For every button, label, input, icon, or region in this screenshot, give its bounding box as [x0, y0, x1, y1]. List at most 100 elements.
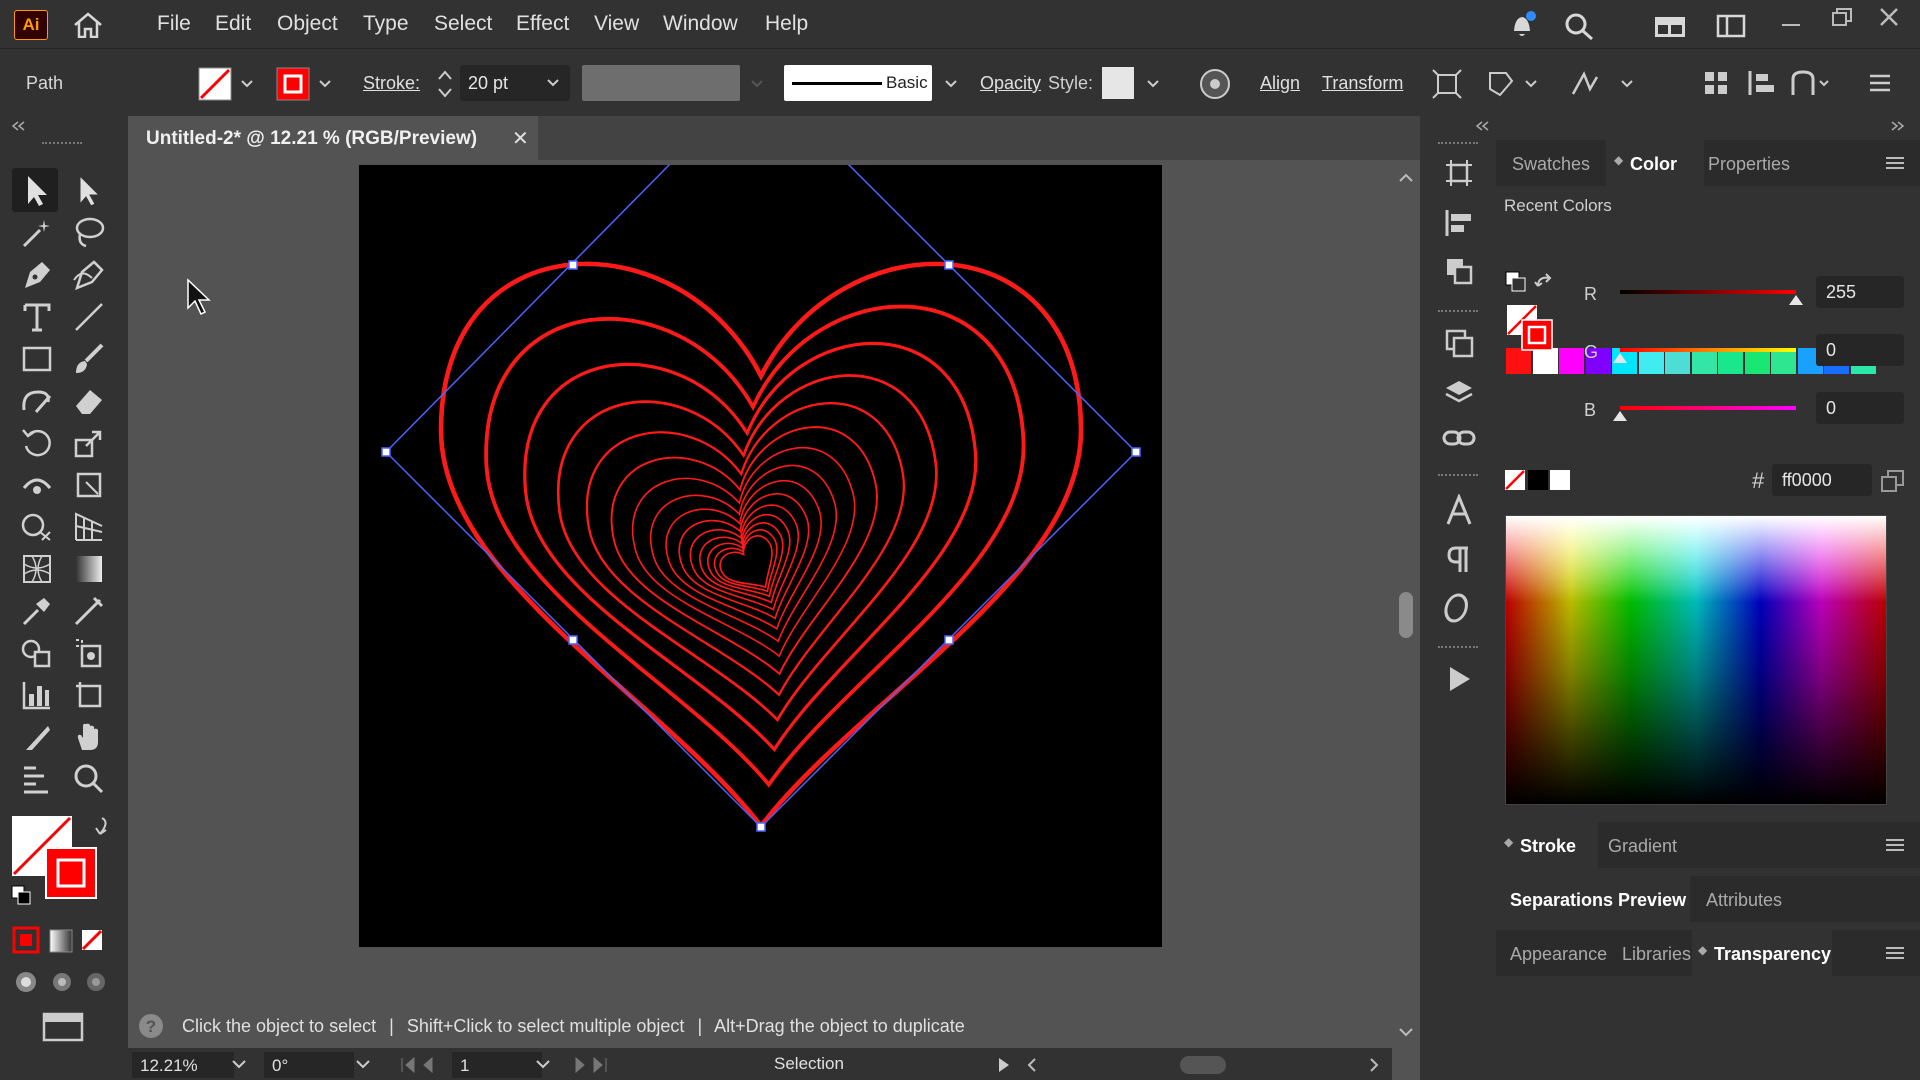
control-bar-menu-icon[interactable]	[1868, 71, 1892, 95]
swap-fill-stroke-icon[interactable]	[1504, 270, 1528, 294]
close-tab-icon[interactable]: ✕	[512, 126, 529, 151]
tab-collapse-arrow-icon[interactable]: ◆	[1614, 153, 1623, 167]
tab-transparency-bg[interactable]: ◆ Transparency	[1692, 930, 1832, 976]
tab-gradient[interactable]: Gradient	[1608, 836, 1677, 857]
vertical-scroll-thumb[interactable]	[1399, 592, 1413, 638]
opentype-panel-icon[interactable]	[1444, 592, 1474, 624]
swap-arrow-icon[interactable]	[1534, 272, 1556, 294]
shaper-tool-icon[interactable]	[20, 384, 54, 418]
recolor-artwork-icon[interactable]	[1198, 67, 1232, 101]
actions-panel-icon[interactable]	[1446, 664, 1474, 694]
color-spectrum-picker[interactable]	[1505, 515, 1887, 805]
tab-collapse-arrow-icon[interactable]: ◆	[1698, 943, 1707, 957]
r-slider-track[interactable]	[1620, 290, 1796, 294]
tab-transparency[interactable]: Transparency	[1714, 944, 1831, 965]
selection-tool-icon[interactable]	[20, 174, 54, 208]
measure-tool-icon[interactable]	[72, 594, 106, 628]
character-panel-icon[interactable]	[1444, 494, 1474, 526]
anchor-handle-bottom-left[interactable]	[568, 635, 578, 645]
r-value-field[interactable]: 255	[1816, 276, 1904, 308]
eyedropper-tool-icon[interactable]	[20, 594, 54, 628]
artboards-panel-icon[interactable]	[1444, 158, 1474, 188]
rectangle-tool-icon[interactable]	[20, 342, 54, 376]
pathfinder-icon[interactable]	[1790, 69, 1832, 97]
help-icon[interactable]: ?	[138, 1013, 164, 1039]
heart-outline[interactable]	[670, 485, 837, 643]
transform-panel-icon[interactable]	[1444, 328, 1474, 358]
recent-color-swatch[interactable]	[1559, 348, 1584, 374]
drawing-modes-icon[interactable]	[12, 968, 108, 996]
zoom-tool-icon[interactable]	[72, 762, 106, 796]
heart-outline[interactable]	[621, 437, 888, 685]
heart-spiral-artwork[interactable]	[438, 261, 1084, 830]
screen-mode-icon[interactable]	[42, 1012, 84, 1046]
menu-view[interactable]: View	[594, 12, 639, 36]
menu-edit[interactable]: Edit	[215, 12, 251, 36]
restore-icon[interactable]	[1830, 6, 1854, 28]
close-window-icon[interactable]	[1878, 6, 1900, 28]
expand-panels-icon[interactable]	[1890, 120, 1906, 132]
menu-type[interactable]: Type	[363, 12, 409, 36]
rotation-chevron-icon[interactable]	[354, 1058, 372, 1072]
artboard-chevron-icon[interactable]	[534, 1058, 552, 1072]
zoom-field[interactable]: 12.21%	[132, 1052, 234, 1078]
tab-appearance[interactable]: Appearance	[1510, 944, 1607, 965]
pen-tool-icon[interactable]	[20, 258, 54, 292]
width-tool-icon[interactable]	[20, 468, 54, 502]
free-transform-tool-icon[interactable]	[72, 468, 106, 502]
g-value-field[interactable]: 0	[1816, 334, 1904, 366]
bounding-box[interactable]	[384, 162, 1138, 829]
none-black-white-swatches[interactable]	[1504, 468, 1576, 492]
brush-definition-field[interactable]: Basic	[784, 65, 932, 101]
artboard-tool-icon[interactable]	[72, 678, 106, 712]
g-slider-track[interactable]	[1620, 348, 1796, 352]
vertical-scrollbar[interactable]	[1392, 160, 1420, 1048]
b-value-field[interactable]: 0	[1816, 392, 1904, 424]
anchor-handle-right[interactable]	[1131, 447, 1141, 457]
tab-separations-preview[interactable]: Separations Preview	[1510, 890, 1686, 911]
perspective-grid-tool-icon[interactable]	[72, 510, 106, 544]
brush-chevron-icon[interactable]	[944, 77, 958, 91]
first-previous-artboard-icon[interactable]	[398, 1056, 448, 1074]
zoom-chevron-icon[interactable]	[230, 1058, 248, 1072]
color-panel-menu-icon[interactable]	[1886, 156, 1904, 170]
tab-color-bg[interactable]: ◆ Color	[1606, 140, 1704, 186]
tab-stroke-bg[interactable]: ◆ Stroke	[1496, 822, 1598, 868]
edit-toolbar-icon[interactable]	[20, 762, 54, 796]
tab-collapse-arrow-icon[interactable]: ◆	[1504, 835, 1513, 849]
fill-dropdown-chevron-icon[interactable]	[240, 77, 254, 91]
tab-color[interactable]: Color	[1630, 154, 1677, 175]
heart-outline[interactable]	[575, 392, 936, 722]
toolbar-grip[interactable]	[42, 142, 82, 148]
graphic-style-swatch[interactable]	[1102, 67, 1134, 99]
tab-separations-bg[interactable]: Separations Preview	[1496, 876, 1690, 922]
magic-wand-tool-icon[interactable]	[20, 216, 54, 250]
stroke-weight-field[interactable]: 20 pt	[460, 65, 570, 101]
icon-strip-grip[interactable]	[1438, 310, 1478, 312]
style-chevron-icon[interactable]	[1146, 77, 1160, 91]
shape-builder-options-icon[interactable]	[1486, 69, 1516, 99]
anchor-handle-top-right[interactable]	[944, 260, 954, 270]
copy-hex-icon[interactable]	[1880, 468, 1906, 494]
collapse-panels-icon[interactable]	[1474, 120, 1490, 132]
fill-none-swatch[interactable]	[198, 67, 232, 101]
profile-chevron-icon[interactable]	[750, 77, 764, 91]
scroll-up-icon[interactable]	[1398, 172, 1414, 184]
slice-tool-icon[interactable]	[20, 720, 54, 754]
horizontal-scroll-thumb[interactable]	[1180, 1056, 1226, 1074]
lasso-tool-icon[interactable]	[72, 216, 106, 250]
heart-outline[interactable]	[639, 455, 868, 669]
align-objects-icon[interactable]	[1702, 69, 1730, 97]
symbol-sprayer-tool-icon[interactable]	[72, 636, 106, 670]
layers-panel-icon[interactable]	[1444, 378, 1474, 408]
anchor-handle-top-left[interactable]	[568, 260, 578, 270]
gradient-tool-icon[interactable]	[72, 552, 106, 586]
warp-chevron-icon[interactable]	[1620, 77, 1634, 91]
arrange-documents-icon[interactable]	[1654, 16, 1686, 38]
rotate-tool-icon[interactable]	[20, 426, 54, 460]
home-icon[interactable]	[72, 12, 104, 38]
panel-fill-stroke-widget[interactable]	[1506, 304, 1556, 352]
shape-builder-tool-icon[interactable]	[20, 510, 54, 544]
artboard-number-field[interactable]: 1	[452, 1052, 542, 1078]
rotation-field[interactable]: 0°	[264, 1052, 354, 1078]
